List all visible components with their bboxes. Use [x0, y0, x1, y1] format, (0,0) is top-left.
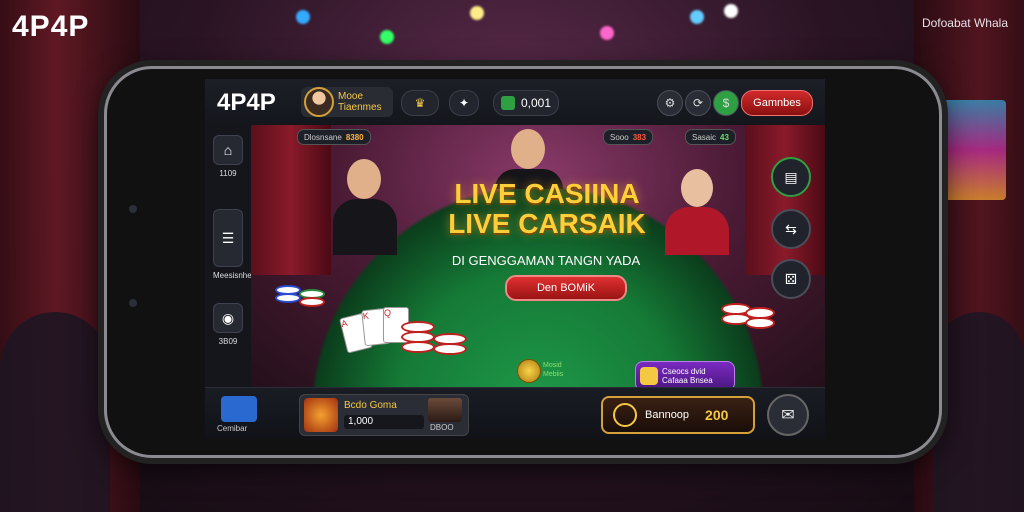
game-thumbnail	[304, 398, 338, 432]
home-icon: ⌂	[213, 135, 243, 165]
background-slot-screen	[934, 100, 1006, 200]
sidebar-label: 3B09	[218, 337, 238, 346]
bottom-bar: Cemibar Bcdo Goma 1,000 DBOO Bannoop 200…	[205, 387, 825, 439]
refresh-icon[interactable]: ⟳	[685, 90, 711, 116]
lobby-button[interactable]	[221, 396, 257, 422]
dealer-thumbnail	[428, 398, 462, 422]
hero-banner: Dlosnsane 8380 Sooo 383 Sasaic 43 LIVE C…	[251, 125, 825, 391]
vip-badge-icon	[517, 359, 541, 383]
ledger-icon[interactable]: ▤	[771, 157, 811, 197]
camera-icon	[129, 205, 137, 213]
phone-frame: 4P4P Mooe Tiaenmes ♛ ✦ 0,001 ⚙ ⟳ $ Gamnb…	[104, 66, 942, 458]
hero-subline: DI GENGGAMAN TANGN YADA	[451, 253, 641, 268]
headline-line-2: LIVE CARSAIK	[448, 208, 646, 239]
app-logo: 4P4P	[217, 89, 276, 116]
sidebar-label: Meesisnhe	[213, 271, 252, 280]
balance-pill[interactable]: 0,001	[493, 90, 559, 116]
background-crowd-right	[934, 312, 1024, 512]
lobby-label: Cemibar	[217, 424, 248, 433]
top-bar: 4P4P Mooe Tiaenmes ♛ ✦ 0,001 ⚙ ⟳ $ Gamnb…	[205, 79, 825, 125]
tagline: Dofoabat Whala	[921, 16, 1008, 30]
hero-tag-mid: Sooo 383	[603, 129, 654, 145]
game-card-title: Bcdo Goma	[344, 400, 397, 411]
stage-curtain-right	[745, 125, 825, 275]
brand-logo: 4P4P	[12, 10, 90, 43]
gift-icon	[640, 367, 658, 385]
stage-curtain-left	[251, 125, 331, 275]
sidebar-item-chips[interactable]: ◉ 3B09	[213, 303, 243, 346]
cash-icon[interactable]: $	[713, 90, 739, 116]
settings-icon[interactable]: ⚙	[657, 90, 683, 116]
profile-name-1: Mooe	[338, 91, 364, 102]
game-card-value: 1,000	[344, 415, 424, 429]
promo-line-1: Cseocs dvid	[662, 367, 706, 376]
crown-icon[interactable]: ♛	[401, 90, 439, 116]
profile-card[interactable]: Mooe Tiaenmes	[301, 87, 393, 117]
profile-name-2: Tiaenmes	[338, 102, 382, 113]
chip-icon: ◉	[213, 303, 243, 333]
dealer-thumbnail-label: DBOO	[430, 423, 454, 432]
headline-line-1: LIVE CASIINA	[454, 178, 640, 209]
vip-label: Mosid Mebiis	[543, 362, 564, 378]
balance-pill-value: 0,001	[520, 96, 552, 110]
app-screen: 4P4P Mooe Tiaenmes ♛ ✦ 0,001 ⚙ ⟳ $ Gamnb…	[205, 79, 825, 439]
arrows-icon[interactable]: ⇆	[771, 209, 811, 249]
game-card[interactable]: Bcdo Goma 1,000 DBOO	[299, 394, 469, 436]
background-crowd-left	[0, 312, 110, 512]
cash-square-icon	[500, 96, 515, 110]
sidebar-item-home[interactable]: ⌂ 1109	[213, 135, 243, 178]
sidebar-label: 1109	[219, 169, 237, 178]
sidebar: ⌂ 1109 ☰ Meesisnhe ◉ 3B09	[205, 125, 252, 385]
menu-icon: ☰	[213, 209, 243, 267]
coin-icon	[613, 403, 637, 427]
balance-value: 200	[705, 407, 729, 423]
games-button[interactable]: Gamnbes	[741, 90, 813, 116]
promo-line-2: Cafaaa Bnsea	[662, 376, 713, 385]
hero-tag-left: Dlosnsane 8380	[297, 129, 371, 145]
dice-icon[interactable]: ⚄	[771, 259, 811, 299]
sensor-icon	[129, 299, 137, 307]
play-now-button[interactable]: Den BOMiK	[505, 275, 627, 301]
dealer-left	[333, 159, 397, 255]
sidebar-item-menu[interactable]: ☰ Meesisnhe	[213, 209, 252, 280]
balance-label: Bannoop	[645, 409, 690, 421]
hero-headline: LIVE CASIINA LIVE CARSAIK	[417, 179, 677, 239]
hero-tag-right: Sasaic 43	[685, 129, 736, 145]
avatar	[304, 87, 334, 117]
star-icon[interactable]: ✦	[449, 90, 479, 116]
balance-panel[interactable]: Bannoop 200	[601, 396, 755, 434]
chat-icon[interactable]: ✉	[767, 394, 809, 436]
